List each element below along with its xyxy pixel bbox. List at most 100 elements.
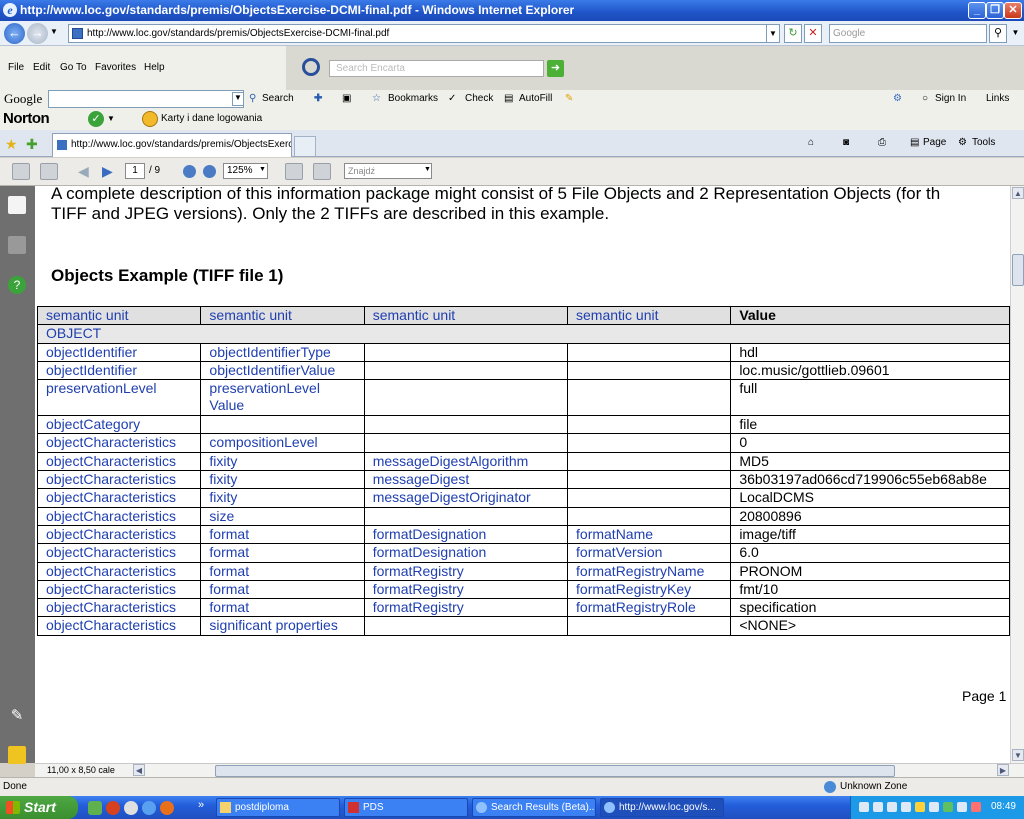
quicklaunch-media-icon[interactable] <box>106 801 120 815</box>
back-button[interactable]: ← <box>4 23 25 44</box>
semantic-unit-cell: compositionLevel <box>200 433 365 453</box>
tab-active[interactable]: http://www.loc.gov/standards/premis/Obje… <box>52 133 292 157</box>
pages-panel-icon[interactable] <box>8 196 26 214</box>
tray-alert-icon[interactable] <box>971 802 981 812</box>
bookmarks-button[interactable]: Bookmarks <box>388 93 438 104</box>
page-menu[interactable]: Page <box>923 137 946 148</box>
bookmarks-panel-icon[interactable] <box>8 236 26 254</box>
quicklaunch-firefox-icon[interactable] <box>160 801 174 815</box>
print-icon[interactable]: ⎙ <box>878 137 886 148</box>
menu-goto[interactable]: Go To <box>60 62 87 73</box>
google-search-icon: ⚲ <box>249 93 257 104</box>
tab-page-icon <box>57 140 67 150</box>
table-row: objectCharacteristics format formatRegistr… <box>36 579 1010 600</box>
semantic-unit-cell: objectCharacteristics <box>36 598 202 618</box>
scroll-right-icon[interactable]: ▶ <box>997 764 1009 776</box>
tray-volume-icon[interactable] <box>957 802 967 812</box>
semantic-unit-cell <box>567 415 732 435</box>
new-tab-button[interactable] <box>294 136 316 156</box>
quicklaunch-chrome-icon[interactable] <box>124 801 138 815</box>
menu-file[interactable]: File <box>8 62 24 73</box>
taskbar-item-search-results[interactable]: Search Results (Beta)... <box>472 798 596 817</box>
tab-label: http://www.loc.gov/standards/premis/Obje… <box>71 139 292 150</box>
scroll-up-icon[interactable]: ▲ <box>1012 187 1024 199</box>
quicklaunch-ie-icon[interactable] <box>142 801 156 815</box>
ie-app-icon <box>476 802 487 813</box>
horizontal-scroll-thumb[interactable] <box>215 765 895 777</box>
next-page-icon[interactable]: ▶ <box>102 163 113 180</box>
autofill-button[interactable]: AutoFill <box>519 93 552 104</box>
find-dropdown-icon[interactable]: ▼ <box>424 166 431 173</box>
links-button[interactable]: Links <box>986 93 1009 104</box>
minimize-button[interactable]: _ <box>968 2 986 19</box>
semantic-unit-cell <box>363 379 569 417</box>
table-row: objectCharacteristics fixity messageDigest… <box>36 470 1010 490</box>
zoom-in-icon[interactable] <box>203 165 216 178</box>
google-options-icon[interactable]: ▣ <box>342 93 351 104</box>
taskbar-item-postdiploma[interactable]: postdiploma <box>216 798 340 817</box>
refresh-icon[interactable]: ↻ <box>784 24 802 43</box>
menu-favorites[interactable]: Favorites <box>95 62 136 73</box>
fit-width-icon[interactable] <box>313 163 331 180</box>
google-plus-icon[interactable]: ✚ <box>314 93 322 104</box>
tray-security-icon[interactable] <box>887 802 897 812</box>
taskbar-item-loc[interactable]: http://www.loc.gov/s... <box>600 798 724 817</box>
close-button[interactable]: ✕ <box>1004 2 1022 19</box>
tray-display-icon[interactable] <box>929 802 939 812</box>
semantic-unit-cell <box>567 470 732 490</box>
check-button[interactable]: Check <box>465 93 493 104</box>
feeds-icon[interactable]: ◙ <box>843 137 849 148</box>
vertical-scroll-thumb[interactable] <box>1012 254 1024 286</box>
favorites-star-icon[interactable]: ★ <box>5 136 18 153</box>
history-dropdown-icon[interactable]: ▼ <box>50 27 58 36</box>
wrench-icon[interactable]: ⚙ <box>893 93 902 104</box>
norton-dropdown-icon[interactable]: ▼ <box>107 114 115 123</box>
google-search-input[interactable] <box>48 90 244 108</box>
find-input[interactable]: Znajdź <box>344 163 432 179</box>
maximize-button[interactable]: ❐ <box>986 2 1004 19</box>
vertical-scrollbar[interactable]: ▲ ▼ <box>1010 186 1024 763</box>
tray-keyboard-icon[interactable] <box>859 802 869 812</box>
pdf-print-icon[interactable] <box>12 163 30 180</box>
google-search-button[interactable]: Search <box>262 93 294 104</box>
url-dropdown-icon[interactable]: ▼ <box>766 24 780 43</box>
taskbar-item-pds[interactable]: PDS <box>344 798 468 817</box>
search-options-icon[interactable]: ▼ <box>1009 24 1022 43</box>
start-button[interactable]: Start <box>0 796 78 819</box>
sign-in-button[interactable]: Sign In <box>935 93 966 104</box>
quicklaunch-app-icon[interactable] <box>88 801 102 815</box>
zoom-out-icon[interactable] <box>183 165 196 178</box>
stop-icon[interactable]: ✕ <box>804 24 822 43</box>
norton-safe-check-icon[interactable]: ✓ <box>88 111 104 127</box>
tray-app-icon[interactable] <box>901 802 911 812</box>
identity-safe-button[interactable]: Karty i dane logowania <box>161 113 262 124</box>
prev-page-icon[interactable]: ◀ <box>78 163 89 180</box>
home-icon[interactable]: ⌂ <box>808 137 814 148</box>
help-icon[interactable]: ? <box>8 276 26 294</box>
scroll-down-icon[interactable]: ▼ <box>1012 749 1024 761</box>
tray-norton-icon[interactable] <box>915 802 925 812</box>
attachments-icon[interactable]: ✎ <box>8 706 26 724</box>
tools-menu[interactable]: Tools <box>972 137 995 148</box>
menu-edit[interactable]: Edit <box>33 62 50 73</box>
highlight-icon[interactable]: ✎ <box>565 93 573 104</box>
zoom-dropdown-icon[interactable]: ▼ <box>259 166 266 173</box>
horizontal-scrollbar[interactable] <box>135 765 1009 777</box>
page-number-input[interactable]: 1 <box>125 163 145 179</box>
menu-help[interactable]: Help <box>144 62 165 73</box>
search-magnifier-icon[interactable]: ⚲ <box>989 24 1007 43</box>
forward-button[interactable]: → <box>27 23 48 44</box>
encarta-search-input[interactable]: Search Encarta <box>329 60 544 77</box>
encarta-go-button[interactable]: ➜ <box>547 60 564 77</box>
url-input[interactable]: http://www.loc.gov/standards/premis/Obje… <box>68 24 780 43</box>
search-input[interactable]: Google <box>829 24 987 43</box>
google-dropdown-icon[interactable]: ▼ <box>232 92 244 106</box>
fit-page-icon[interactable] <box>285 163 303 180</box>
comments-icon[interactable] <box>8 746 26 764</box>
tray-network-icon[interactable] <box>873 802 883 812</box>
tray-update-icon[interactable] <box>943 802 953 812</box>
quicklaunch-more-icon[interactable]: » <box>198 799 204 811</box>
add-favorite-icon[interactable]: ✚ <box>26 136 38 153</box>
semantic-unit-cell: fixity <box>200 451 365 472</box>
pdf-save-icon[interactable] <box>40 163 58 180</box>
